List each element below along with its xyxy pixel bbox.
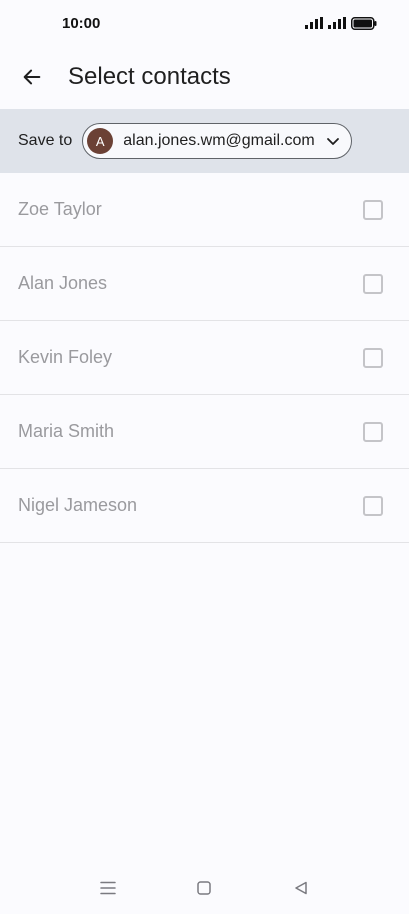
recents-button[interactable]	[88, 868, 128, 908]
status-time: 10:00	[62, 14, 101, 32]
status-icons	[305, 16, 377, 30]
avatar: A	[87, 128, 114, 154]
save-to-bar: Save to A alan.jones.wm@gmail.com	[0, 109, 409, 173]
contact-row[interactable]: Nigel Jameson	[0, 469, 409, 543]
system-nav-bar	[0, 862, 409, 914]
contact-name: Kevin Foley	[18, 347, 113, 367]
contact-checkbox[interactable]	[363, 273, 383, 294]
arrow-left-icon	[23, 69, 41, 85]
contact-row[interactable]: Kevin Foley	[0, 321, 409, 395]
contact-checkbox[interactable]	[363, 421, 383, 442]
contact-row[interactable]: Zoe Taylor	[0, 173, 409, 247]
contact-name: Alan Jones	[18, 273, 108, 293]
contact-row[interactable]: Alan Jones	[0, 247, 409, 321]
account-email: alan.jones.wm@gmail.com	[123, 132, 315, 149]
home-button[interactable]	[184, 868, 224, 908]
menu-icon	[100, 881, 116, 895]
contact-list: Zoe Taylor Alan Jones Kevin Foley Maria …	[0, 173, 409, 543]
contact-name: Maria Smith	[18, 421, 115, 441]
contact-checkbox[interactable]	[363, 199, 383, 220]
contact-name: Nigel Jameson	[18, 495, 138, 515]
app-bar: Select contacts	[0, 46, 409, 108]
chevron-down-icon	[326, 138, 339, 145]
save-to-label: Save to	[18, 132, 73, 149]
contact-name: Zoe Taylor	[18, 199, 102, 219]
signal-icon	[305, 17, 323, 29]
back-triangle-icon	[295, 881, 307, 895]
signal-icon	[328, 17, 346, 29]
battery-icon	[351, 16, 377, 30]
status-bar: 10:00	[0, 0, 409, 46]
home-icon	[197, 881, 212, 895]
page-title: Select contacts	[68, 63, 231, 90]
contact-checkbox[interactable]	[363, 495, 383, 516]
contact-checkbox[interactable]	[363, 347, 383, 368]
back-button[interactable]	[10, 55, 54, 99]
contact-row[interactable]: Maria Smith	[0, 395, 409, 469]
account-selector[interactable]: A alan.jones.wm@gmail.com	[82, 123, 352, 159]
nav-back-button[interactable]	[281, 868, 321, 908]
